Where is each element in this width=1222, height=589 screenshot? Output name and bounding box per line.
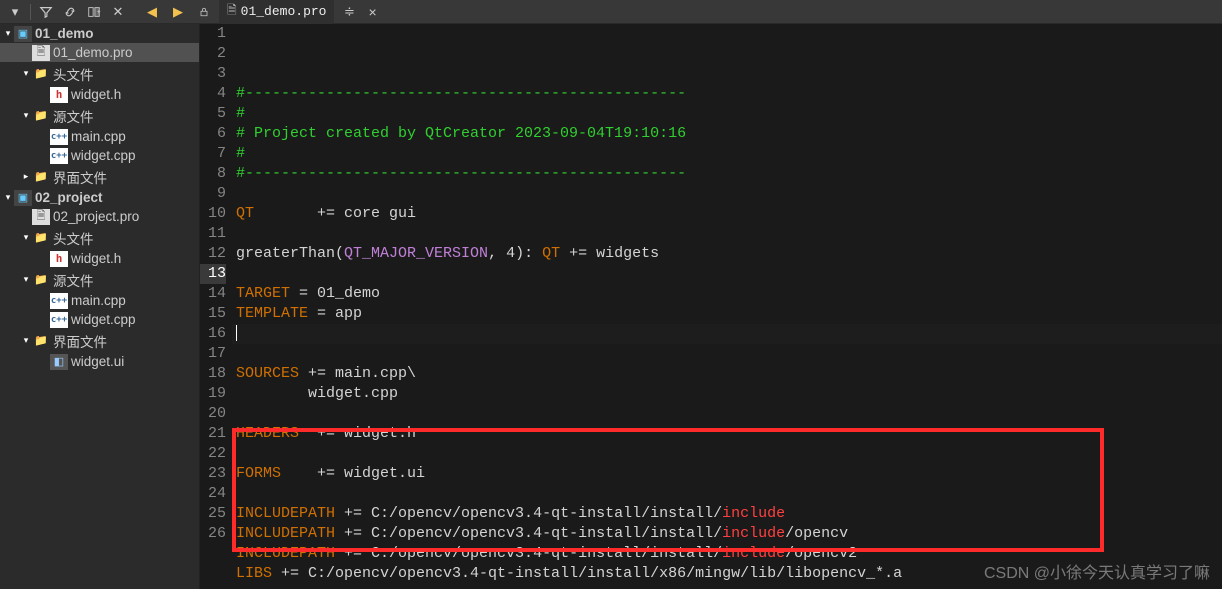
tree-item-01_demo[interactable]: ▾▣01_demo	[0, 24, 199, 43]
tree-toggle-icon[interactable]: ▸	[20, 171, 32, 182]
nav-fwd-icon[interactable]: ▶	[167, 2, 189, 22]
code-line-23[interactable]: INCLUDEPATH += C:/opencv/opencv3.4-qt-in…	[232, 524, 1222, 544]
tree-toggle-icon[interactable]: ▾	[20, 335, 32, 346]
link-icon[interactable]	[59, 2, 81, 22]
tree-item-label: 界面文件	[53, 167, 107, 187]
tree-toggle-icon[interactable]: ▾	[2, 192, 14, 203]
code-line-11[interactable]: TARGET = 01_demo	[232, 284, 1222, 304]
svg-text:+: +	[97, 8, 101, 15]
split-icon[interactable]: +	[83, 2, 105, 22]
code-line-9[interactable]: greaterThan(QT_MAJOR_VERSION, 4): QT += …	[232, 244, 1222, 264]
tree-item-label: 界面文件	[53, 331, 107, 351]
nav-back-icon[interactable]: ◀	[141, 2, 163, 22]
code-line-4[interactable]: #	[232, 144, 1222, 164]
tree-item-label: widget.ui	[71, 354, 124, 369]
code-line-18[interactable]: HEADERS += widget.h	[232, 424, 1222, 444]
tree-item-label: main.cpp	[71, 293, 126, 308]
code-line-24[interactable]: INCLUDEPATH += C:/opencv/opencv3.4-qt-in…	[232, 544, 1222, 564]
code-line-25[interactable]: LIBS += C:/opencv/opencv3.4-qt-install/i…	[232, 564, 1222, 584]
code-line-19[interactable]	[232, 444, 1222, 464]
code-line-26[interactable]	[232, 584, 1222, 589]
tree-item-widget-ui[interactable]: ◧widget.ui	[0, 352, 199, 371]
tree-item-label: 01_demo	[35, 26, 94, 41]
tree-item--[interactable]: ▾📁源文件	[0, 268, 199, 291]
tree-item-label: main.cpp	[71, 129, 126, 144]
tree-toggle-icon[interactable]: ▾	[20, 274, 32, 285]
tree-item-label: 源文件	[53, 106, 94, 126]
editor-tab-bar: ◀ ▶ 🗎 01_demo.pro ≑ ×	[139, 0, 1218, 24]
close-panel-icon[interactable]: ✕	[107, 2, 129, 22]
tree-item--[interactable]: ▾📁界面文件	[0, 329, 199, 352]
code-line-14[interactable]	[232, 344, 1222, 364]
tree-item-label: 头文件	[53, 228, 94, 248]
code-line-15[interactable]: SOURCES += main.cpp\	[232, 364, 1222, 384]
active-file-tab[interactable]: 🗎 01_demo.pro	[219, 0, 334, 24]
code-area[interactable]: #---------------------------------------…	[232, 24, 1222, 589]
code-line-1[interactable]: #---------------------------------------…	[232, 84, 1222, 104]
menu-down-icon[interactable]: ▾	[4, 2, 26, 22]
tree-item-label: widget.cpp	[71, 148, 136, 163]
tree-item-01_demo-pro[interactable]: 🗎01_demo.pro	[0, 43, 199, 62]
tree-item-02_project[interactable]: ▾▣02_project	[0, 188, 199, 207]
code-line-13[interactable]	[232, 324, 1222, 344]
tree-item--[interactable]: ▾📁头文件	[0, 226, 199, 249]
tree-toggle-icon[interactable]: ▾	[20, 110, 32, 121]
project-tree[interactable]: ▾▣01_demo 🗎01_demo.pro▾📁头文件 hwidget.h▾📁源…	[0, 24, 200, 589]
tree-item-02_project-pro[interactable]: 🗎02_project.pro	[0, 207, 199, 226]
tree-item-widget-h[interactable]: hwidget.h	[0, 249, 199, 268]
tree-item-label: 02_project	[35, 190, 103, 205]
tree-toggle-icon[interactable]: ▾	[20, 68, 32, 79]
tree-item--[interactable]: ▸📁界面文件	[0, 165, 199, 188]
code-line-5[interactable]: #---------------------------------------…	[232, 164, 1222, 184]
code-line-17[interactable]	[232, 404, 1222, 424]
code-line-12[interactable]: TEMPLATE = app	[232, 304, 1222, 324]
code-line-3[interactable]: # Project created by QtCreator 2023-09-0…	[232, 124, 1222, 144]
lock-icon[interactable]	[193, 2, 215, 22]
code-line-22[interactable]: INCLUDEPATH += C:/opencv/opencv3.4-qt-in…	[232, 504, 1222, 524]
tree-item-widget-cpp[interactable]: c++widget.cpp	[0, 310, 199, 329]
top-toolbar: ▾ + ✕ ◀ ▶ 🗎 01_demo.pro ≑ ×	[0, 0, 1222, 24]
code-line-10[interactable]	[232, 264, 1222, 284]
tree-item-widget-h[interactable]: hwidget.h	[0, 85, 199, 104]
tree-item-label: widget.h	[71, 87, 121, 102]
tree-toggle-icon[interactable]: ▾	[2, 28, 14, 39]
tree-item--[interactable]: ▾📁头文件	[0, 62, 199, 85]
code-line-2[interactable]: #	[232, 104, 1222, 124]
tree-item-main-cpp[interactable]: c++main.cpp	[0, 291, 199, 310]
code-line-6[interactable]	[232, 184, 1222, 204]
file-dropdown-icon[interactable]: ≑	[338, 2, 360, 22]
line-gutter: 1234567891011121314151617181920212223242…	[200, 24, 232, 589]
tree-item-label: widget.h	[71, 251, 121, 266]
tree-item-label: 01_demo.pro	[53, 45, 133, 60]
code-line-20[interactable]: FORMS += widget.ui	[232, 464, 1222, 484]
tree-item-label: widget.cpp	[71, 312, 136, 327]
tree-item-label: 02_project.pro	[53, 209, 139, 224]
tree-item-label: 源文件	[53, 270, 94, 290]
code-line-7[interactable]: QT += core gui	[232, 204, 1222, 224]
code-line-21[interactable]	[232, 484, 1222, 504]
code-editor[interactable]: 1234567891011121314151617181920212223242…	[200, 24, 1222, 589]
tree-item--[interactable]: ▾📁源文件	[0, 104, 199, 127]
tree-item-widget-cpp[interactable]: c++widget.cpp	[0, 146, 199, 165]
code-line-16[interactable]: widget.cpp	[232, 384, 1222, 404]
tree-item-main-cpp[interactable]: c++main.cpp	[0, 127, 199, 146]
tree-toggle-icon[interactable]: ▾	[20, 232, 32, 243]
active-file-name: 01_demo.pro	[241, 4, 327, 19]
file-doc-icon: 🗎	[227, 1, 237, 22]
code-line-8[interactable]	[232, 224, 1222, 244]
filter-icon[interactable]	[35, 2, 57, 22]
tab-close-icon[interactable]: ×	[364, 4, 380, 20]
tree-item-label: 头文件	[53, 64, 94, 84]
